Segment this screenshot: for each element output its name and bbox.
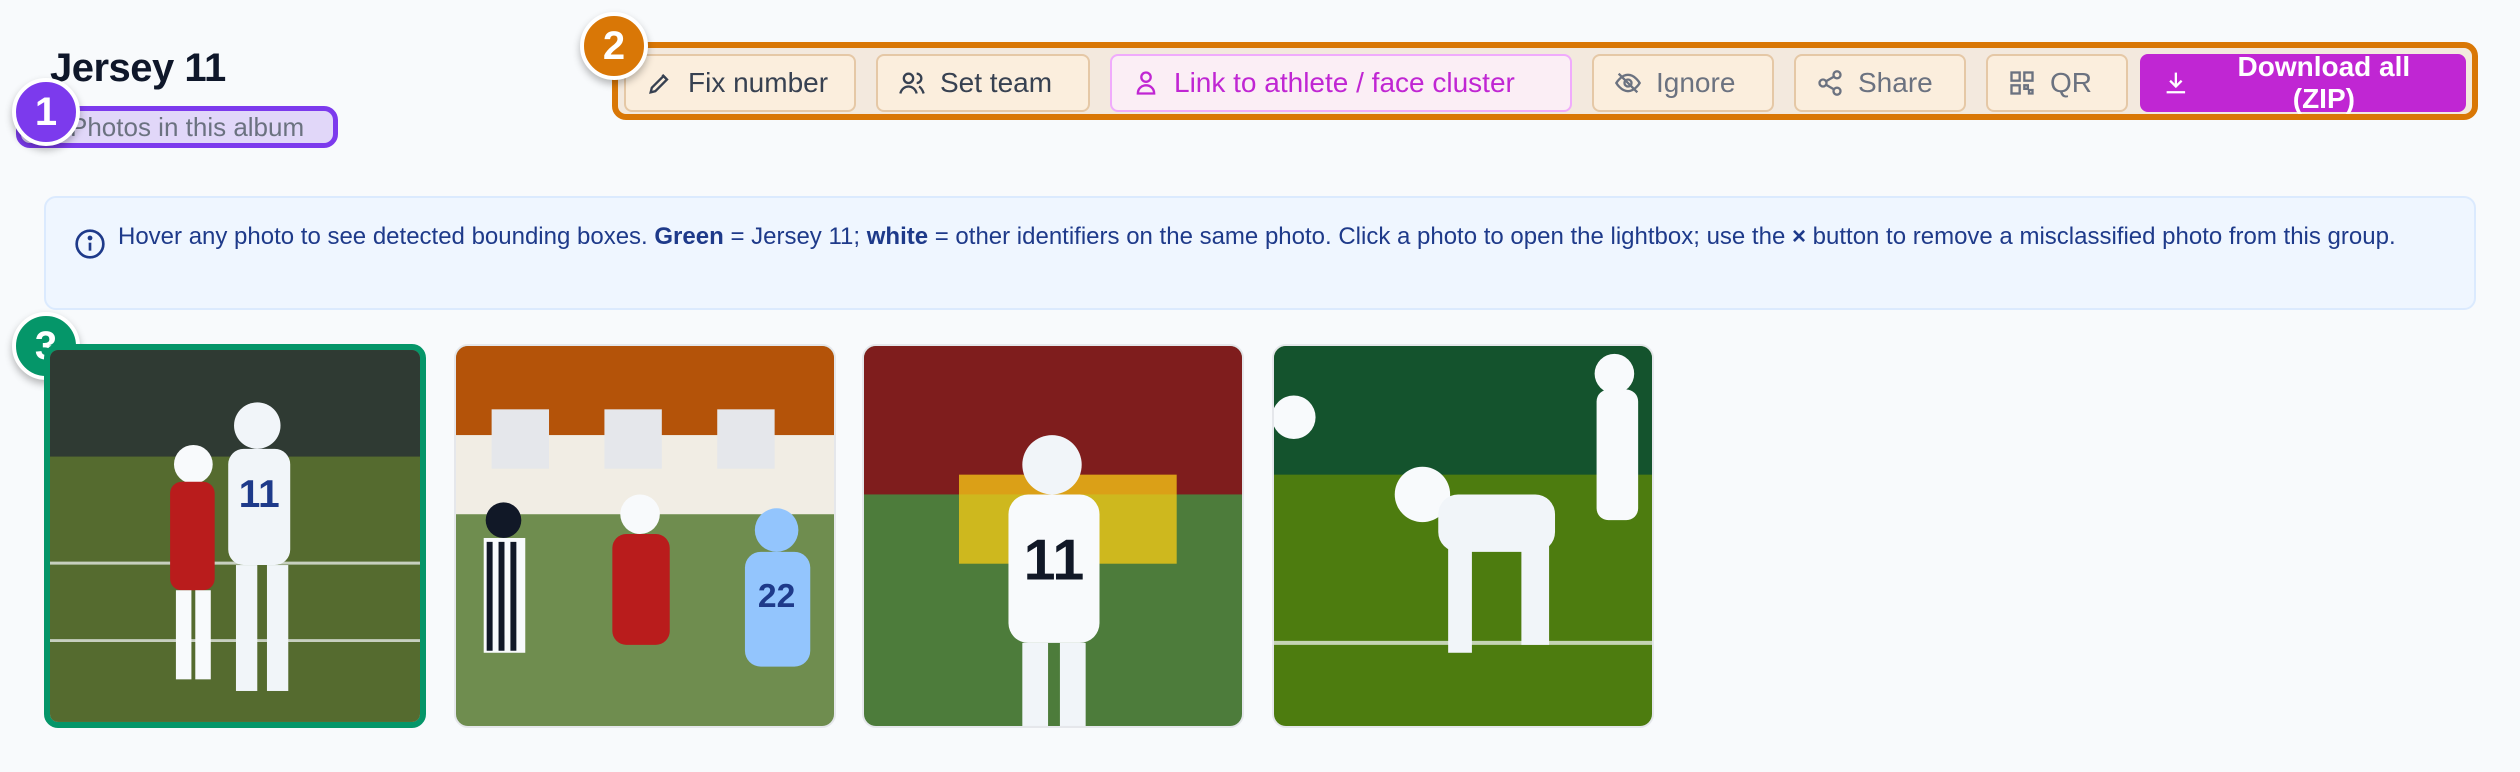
photo-card-2[interactable]: 22 [454, 344, 836, 728]
download-all-button[interactable]: Download all (ZIP) [2140, 51, 2466, 114]
pencil-icon [649, 74, 669, 94]
link-athlete-label: Link to athlete / face cluster [1174, 67, 1515, 98]
fix-number-label: Fix number [688, 67, 829, 98]
info-banner: Hover any photo to see detected bounding… [44, 196, 2476, 310]
jersey-number: 11 [1024, 529, 1085, 593]
white-label: white [866, 223, 929, 250]
share-icon [1818, 70, 1842, 96]
jersey-number: 22 [758, 578, 795, 615]
info-icon [75, 229, 105, 259]
link-athlete-button[interactable]: Link to athlete / face cluster [1110, 54, 1572, 112]
football-photo-2: 22 [456, 346, 834, 726]
qr-button[interactable]: QR [1986, 54, 2128, 112]
download-icon [2166, 72, 2186, 94]
set-team-button[interactable]: Set team [876, 54, 1090, 112]
ignore-label: Ignore [1656, 67, 1736, 98]
x-symbol: × [1791, 223, 1806, 250]
set-team-label: Set team [940, 67, 1053, 98]
info-text: Hover any photo to see detected bounding… [118, 223, 2396, 250]
jersey-number: 11 [239, 473, 280, 516]
eye-off-icon [1614, 72, 1642, 94]
photo-card-1[interactable]: 11 [44, 344, 426, 728]
share-label: Share [1858, 67, 1933, 98]
football-photo-3: 11 [864, 346, 1242, 726]
photo-card-4[interactable] [1272, 344, 1654, 728]
badge-1: 1 [12, 78, 80, 146]
album-subtitle: Photos in this album [70, 112, 305, 142]
badge-2: 2 [580, 12, 648, 80]
album-title: Jersey 11 [50, 46, 226, 90]
photo-card-3[interactable]: 11 [862, 344, 1244, 728]
share-button[interactable]: Share [1794, 54, 1966, 112]
fix-number-button[interactable]: Fix number [624, 54, 856, 112]
download-all-label: Download all (ZIP) [2237, 51, 2411, 114]
person-icon [1136, 71, 1156, 95]
qr-label: QR [2050, 67, 2092, 98]
users-icon [899, 72, 925, 94]
green-label: Green [654, 223, 724, 250]
football-photo-4 [1274, 346, 1652, 726]
qr-icon [2010, 71, 2034, 95]
football-photo-1: 11 [50, 350, 420, 722]
ignore-button[interactable]: Ignore [1592, 54, 1774, 112]
